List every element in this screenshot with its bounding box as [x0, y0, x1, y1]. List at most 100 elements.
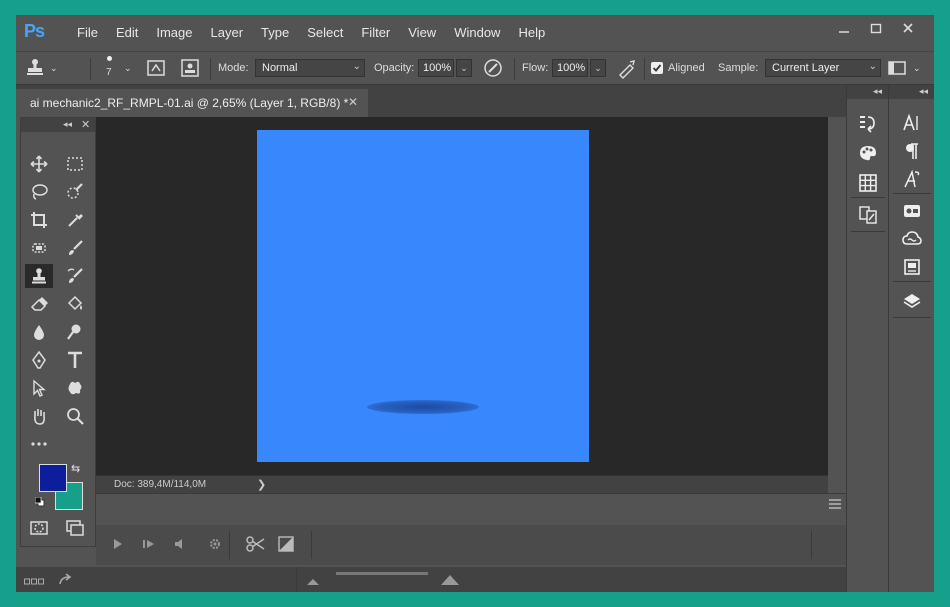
history-brush-tool[interactable]	[61, 264, 89, 288]
menu-filter[interactable]: Filter	[352, 25, 399, 41]
opacity-input[interactable]: 100%	[418, 59, 454, 77]
creative-cloud-panel-button[interactable]	[889, 225, 934, 253]
status-menu-arrow[interactable]: ❯	[257, 478, 266, 491]
swap-colors-icon[interactable]: ⇆	[71, 462, 80, 475]
canvas-workspace[interactable]	[96, 117, 828, 475]
layers-panel-button[interactable]	[889, 287, 934, 315]
path-selection-tool[interactable]	[25, 376, 53, 400]
clone-source-icon	[858, 206, 877, 224]
history-brush-icon	[67, 268, 83, 283]
menu-window[interactable]: Window	[445, 25, 509, 41]
flow-dropdown[interactable]: ⌄	[590, 59, 606, 77]
restore-icon[interactable]	[860, 18, 892, 38]
frame-view-icon[interactable]	[24, 575, 44, 589]
brush-size-picker[interactable]: 7 ⌄	[100, 52, 132, 84]
move-tool[interactable]	[25, 152, 53, 176]
document-tab[interactable]: ai mechanic2_RF_RMPL-01.ai @ 2,65% (Laye…	[16, 89, 368, 117]
panel-menu-icon[interactable]	[829, 498, 841, 512]
menu-file[interactable]: File	[68, 25, 107, 41]
separator	[851, 197, 885, 198]
paint-bucket-tool[interactable]	[61, 292, 89, 316]
quick-selection-tool[interactable]	[61, 180, 89, 204]
document-canvas[interactable]	[257, 130, 589, 462]
sample-select[interactable]: Current Layer ⌄	[765, 59, 881, 77]
menu-view[interactable]: View	[399, 25, 445, 41]
dodge-tool[interactable]	[61, 320, 89, 344]
opacity-label: Opacity:	[374, 62, 415, 74]
hand-tool[interactable]	[25, 404, 53, 428]
separator	[893, 281, 931, 282]
bandage-icon	[32, 243, 46, 253]
swatches-panel-button[interactable]	[847, 169, 888, 197]
chevron-down-icon[interactable]: ⌄	[913, 52, 921, 84]
opacity-value: 100%	[423, 62, 452, 74]
menu-select[interactable]: Select	[298, 25, 352, 41]
toggle-clone-source-button[interactable]	[180, 52, 200, 84]
zoom-tool[interactable]	[61, 404, 89, 428]
palette-icon	[859, 146, 876, 161]
aligned-checkbox[interactable]: Aligned	[651, 52, 705, 84]
lasso-tool[interactable]	[25, 180, 53, 204]
eraser-tool[interactable]	[25, 292, 53, 316]
audio-icon[interactable]	[174, 538, 188, 553]
photoshop-window: Ps File Edit Image Layer Type Select Fil…	[16, 15, 934, 592]
brush-tool[interactable]	[61, 236, 89, 260]
mode-select[interactable]: Normal ⌄	[255, 59, 365, 77]
magnifier-icon	[67, 408, 84, 425]
clone-stamp-tool[interactable]	[25, 264, 53, 288]
screen-mode-icon	[66, 520, 84, 536]
properties-panel-button[interactable]	[889, 253, 934, 281]
zoom-out-mountain-icon[interactable]	[306, 575, 320, 589]
pressure-opacity-button[interactable]	[482, 52, 504, 84]
marquee-tool[interactable]	[61, 152, 89, 176]
close-icon[interactable]: ✕	[81, 118, 90, 131]
tool-preset-picker[interactable]: ⌄	[24, 52, 58, 84]
ignore-adjustment-layers-button[interactable]	[888, 52, 906, 84]
opacity-dropdown[interactable]: ⌄	[456, 59, 472, 77]
collapse-icon[interactable]: ◂◂	[63, 119, 72, 130]
libraries-panel-button[interactable]	[889, 197, 934, 225]
settings-gear-icon[interactable]	[208, 537, 222, 554]
scissors-icon[interactable]	[246, 535, 266, 556]
blur-tool[interactable]	[25, 320, 53, 344]
custom-shape-tool[interactable]	[61, 376, 89, 400]
type-tool[interactable]	[61, 348, 89, 372]
menu-edit[interactable]: Edit	[107, 25, 147, 41]
zoom-in-mountain-icon[interactable]	[440, 572, 460, 589]
pen-tool[interactable]	[25, 348, 53, 372]
convert-arrow-icon[interactable]	[58, 572, 74, 589]
panel-dock-header: ◂◂	[889, 85, 934, 99]
timeline-footer	[16, 567, 846, 592]
play-icon[interactable]	[112, 537, 124, 554]
character-panel-button[interactable]	[889, 109, 934, 137]
edit-toolbar-button[interactable]	[25, 432, 53, 456]
close-tab-icon[interactable]: ✕	[348, 95, 358, 109]
menu-layer[interactable]: Layer	[202, 25, 253, 41]
minimize-icon[interactable]	[828, 18, 860, 38]
toggle-brush-panel-button[interactable]	[146, 52, 166, 84]
flow-input[interactable]: 100%	[552, 59, 588, 77]
crop-tool[interactable]	[25, 208, 53, 232]
menu-help[interactable]: Help	[509, 25, 554, 41]
screen-mode-button[interactable]	[61, 516, 89, 540]
close-icon[interactable]	[892, 18, 924, 38]
collapse-icon[interactable]: ◂◂	[873, 86, 882, 97]
timeline-zoom-slider[interactable]	[336, 572, 428, 575]
quick-mask-button[interactable]	[25, 516, 53, 540]
menu-type[interactable]: Type	[252, 25, 298, 41]
collapse-icon[interactable]: ◂◂	[919, 86, 928, 97]
default-colors-icon[interactable]	[34, 496, 45, 507]
menu-image[interactable]: Image	[147, 25, 201, 41]
color-panel-button[interactable]	[847, 139, 888, 167]
separator	[893, 317, 931, 318]
foreground-color-swatch[interactable]	[39, 464, 67, 492]
paragraph-panel-button[interactable]	[889, 137, 934, 165]
step-forward-icon[interactable]	[142, 538, 156, 553]
history-panel-button[interactable]	[847, 109, 888, 137]
clone-source-panel-button[interactable]	[847, 201, 888, 229]
eyedropper-tool[interactable]	[61, 208, 89, 232]
spot-healing-tool[interactable]	[25, 236, 53, 260]
transition-icon[interactable]	[278, 536, 294, 555]
airbrush-button[interactable]	[616, 52, 638, 84]
glyphs-panel-button[interactable]	[889, 165, 934, 193]
